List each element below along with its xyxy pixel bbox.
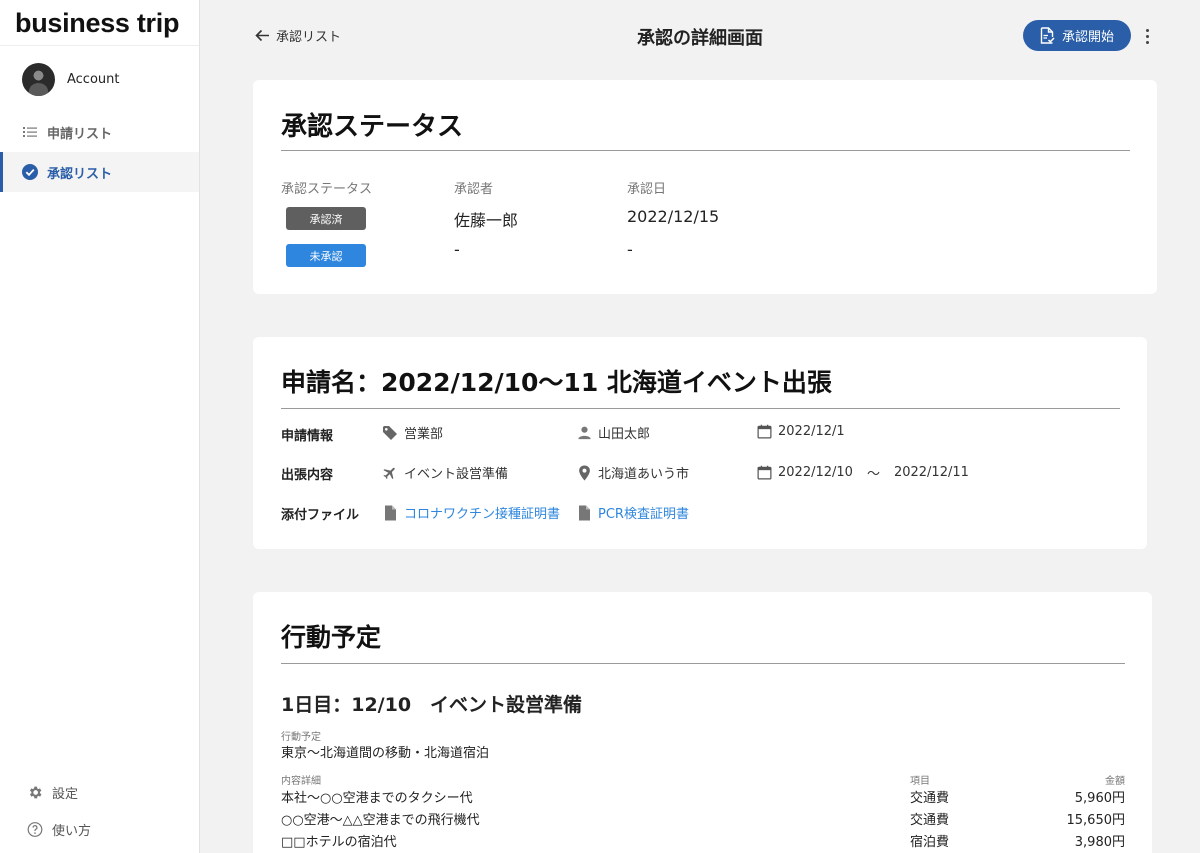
start-approval-label: 承認開始 xyxy=(1061,29,1114,44)
expense-category: 交通費 xyxy=(910,813,950,828)
sidebar: business trip Account 申請リスト 承認リスト 設定 使い方 xyxy=(0,0,200,853)
application-date: 2022/12/1 xyxy=(756,423,845,439)
expense-name: □□ホテルの宿泊代 xyxy=(281,835,397,850)
amount-label: 金額 xyxy=(1105,776,1125,787)
calendar-icon xyxy=(756,423,772,439)
help-icon xyxy=(27,822,43,838)
brand-logo[interactable]: business trip xyxy=(0,0,199,46)
trip-place-value: 北海道あいう市 xyxy=(598,467,690,482)
application-card: 申請名：2022/12/10〜11 北海道イベント出張 申請情報 営業部 山田太… xyxy=(253,337,1147,549)
plan-label: 行動予定 xyxy=(281,732,321,743)
application-title: 申請名：2022/12/10〜11 北海道イベント出張 xyxy=(281,368,832,397)
more-vert-icon xyxy=(1145,28,1149,32)
sidebar-item-approval-list[interactable]: 承認リスト xyxy=(0,152,199,192)
attachment-name: PCR検査証明書 xyxy=(598,507,689,522)
sidebar-bottom: 設定 使い方 xyxy=(0,774,200,853)
airplane-icon xyxy=(382,465,398,481)
trip-purpose: イベント設営準備 xyxy=(382,463,508,482)
account-menu[interactable]: Account xyxy=(0,46,199,112)
sidebar-item-help[interactable]: 使い方 xyxy=(0,811,200,848)
date-column-header: 承認日 xyxy=(627,182,667,197)
status-column-header: 承認ステータス xyxy=(281,182,373,197)
sidebar-item-settings[interactable]: 設定 xyxy=(0,774,200,811)
trip-start-date: 2022/12/10 xyxy=(778,465,853,480)
expense-amount: 3,980円 xyxy=(1074,835,1125,850)
attachment-pcr-certificate[interactable]: PCR検査証明書 xyxy=(576,503,689,522)
trip-purpose-value: イベント設営準備 xyxy=(404,467,509,482)
file-icon xyxy=(382,505,398,521)
department: 営業部 xyxy=(382,423,443,442)
gear-icon xyxy=(27,785,43,801)
approver-name: - xyxy=(454,240,460,259)
department-value: 営業部 xyxy=(404,427,444,442)
trip-end-date: 2022/12/11 xyxy=(893,465,969,480)
expense-name: 本社〜○○空港までのタクシー代 xyxy=(281,791,473,806)
trip-period: 2022/12/10 〜 2022/12/11 xyxy=(756,463,969,482)
approver-name: 佐藤一郎 xyxy=(454,211,519,230)
account-name: Account xyxy=(67,71,120,87)
expense-amount: 15,650円 xyxy=(1066,813,1126,828)
sidebar-item-label: 申請リスト xyxy=(47,126,113,142)
sidebar-item-label: 承認リスト xyxy=(47,166,113,182)
detail-label: 内容詳細 xyxy=(281,776,321,787)
applicant: 山田太郎 xyxy=(576,423,650,442)
person-icon xyxy=(576,425,592,441)
schedule-card: 行動予定 1日目：12/10 イベント設営準備 行動予定 東京〜北海道間の移動・… xyxy=(253,592,1152,853)
expense-name: ○○空港〜△△空港までの飛行機代 xyxy=(281,813,480,828)
attachments-label: 添付ファイル xyxy=(281,508,360,523)
tag-icon xyxy=(382,425,398,441)
day-title: 1日目：12/10 イベント設営準備 xyxy=(281,694,583,716)
attachment-name: コロナワクチン接種証明書 xyxy=(404,507,561,522)
expense-category: 交通費 xyxy=(910,791,950,806)
list-icon xyxy=(22,124,38,140)
approver-column-header: 承認者 xyxy=(454,182,494,197)
applicant-value: 山田太郎 xyxy=(598,427,651,442)
status-badge-pending: 未承認 xyxy=(286,244,366,267)
trip-place: 北海道あいう市 xyxy=(576,463,689,482)
category-label: 項目 xyxy=(910,776,930,787)
schedule-title: 行動予定 xyxy=(281,623,382,652)
sidebar-item-application-list[interactable]: 申請リスト xyxy=(0,112,199,152)
location-pin-icon xyxy=(576,464,592,481)
approval-date: - xyxy=(627,240,633,259)
plan-text: 東京〜北海道間の移動・北海道宿泊 xyxy=(281,746,490,761)
content-label: 出張内容 xyxy=(281,468,334,483)
sidebar-item-label: 設定 xyxy=(52,787,79,802)
document-check-icon xyxy=(1040,27,1055,44)
main-content: 承認リスト 承認の詳細画面 承認開始 承認ステータス 承認ステータス 承認者 承… xyxy=(200,0,1200,853)
status-badge-approved: 承認済 xyxy=(286,207,366,230)
expense-amount: 5,960円 xyxy=(1074,791,1125,806)
divider xyxy=(281,408,1120,409)
divider xyxy=(281,663,1125,664)
topbar: 承認リスト 承認の詳細画面 承認開始 xyxy=(200,0,1200,70)
start-approval-button[interactable]: 承認開始 xyxy=(1023,20,1131,51)
avatar xyxy=(22,62,55,96)
attachment-vaccine-certificate[interactable]: コロナワクチン接種証明書 xyxy=(382,503,560,522)
divider xyxy=(281,150,1130,151)
more-options-button[interactable] xyxy=(1140,24,1154,48)
check-circle-icon xyxy=(22,164,38,180)
sidebar-item-label: 使い方 xyxy=(52,824,92,839)
calendar-icon xyxy=(756,465,772,481)
expense-row: ○○空港〜△△空港までの飛行機代 交通費 15,650円 xyxy=(281,809,1125,831)
date-separator: 〜 xyxy=(866,467,880,482)
approval-status-card: 承認ステータス 承認ステータス 承認者 承認日 承認済 佐藤一郎 2022/12… xyxy=(253,80,1157,294)
info-label: 申請情報 xyxy=(281,429,334,444)
expense-category: 宿泊費 xyxy=(910,835,950,850)
expense-row: 本社〜○○空港までのタクシー代 交通費 5,960円 xyxy=(281,787,1125,809)
expense-row: □□ホテルの宿泊代 宿泊費 3,980円 xyxy=(281,831,1125,853)
approval-date: 2022/12/15 xyxy=(627,207,720,226)
application-date-value: 2022/12/1 xyxy=(778,423,845,439)
file-icon xyxy=(576,505,592,521)
status-card-title: 承認ステータス xyxy=(281,112,464,142)
